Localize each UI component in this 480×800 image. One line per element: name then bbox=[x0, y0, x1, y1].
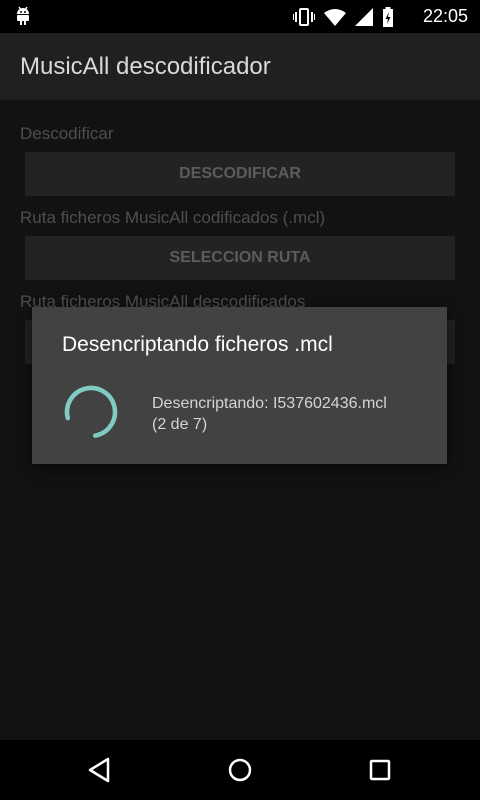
app-bar: MusicAll descodificador bbox=[0, 33, 480, 100]
dialog-message: Desencriptando: I537602436.mcl (2 de 7) bbox=[152, 393, 432, 435]
navigation-bar bbox=[0, 740, 480, 800]
android-icon bbox=[14, 6, 32, 31]
vibrate-icon bbox=[293, 8, 315, 31]
dialog-message-count: (2 de 7) bbox=[152, 416, 208, 433]
recents-icon[interactable] bbox=[364, 754, 396, 786]
back-icon[interactable] bbox=[84, 754, 116, 786]
status-bar: 22:05 bbox=[0, 0, 480, 33]
app-title: MusicAll descodificador bbox=[20, 53, 271, 80]
signal-icon bbox=[355, 8, 373, 31]
status-time: 22:05 bbox=[422, 6, 468, 26]
dialog-message-file: Desencriptando: I537602436.mcl bbox=[152, 395, 387, 412]
home-icon[interactable] bbox=[224, 754, 256, 786]
progress-spinner-icon bbox=[62, 383, 120, 446]
dialog-title: Desencriptando ficheros .mcl bbox=[62, 333, 333, 356]
status-icons bbox=[293, 7, 394, 32]
battery-icon bbox=[382, 7, 394, 32]
progress-dialog: Desencriptando ficheros .mcl Desencripta… bbox=[32, 307, 447, 464]
wifi-icon bbox=[324, 8, 346, 31]
